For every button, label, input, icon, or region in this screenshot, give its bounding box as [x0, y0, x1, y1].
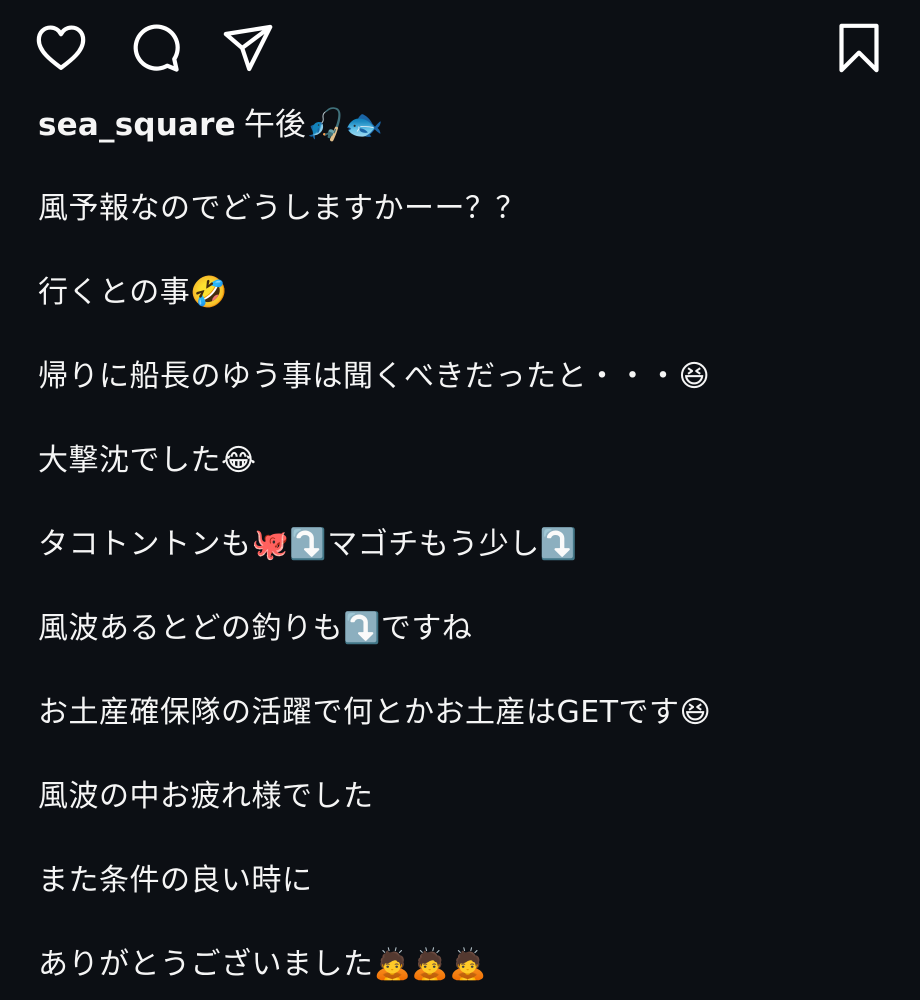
caption-line: 大撃沈でした😂 [38, 443, 257, 478]
post-time: 午後🎣🐟 [243, 107, 384, 143]
caption-line: ありがとうございました🙇🙇🙇 [38, 947, 488, 982]
caption-line: 行くとの事🤣 [38, 275, 229, 310]
caption-line: 風波あるとどの釣りも⤵️ですね [38, 611, 473, 646]
bookmark-icon [839, 23, 879, 73]
comment-button[interactable] [125, 18, 185, 78]
caption-line: 帰りに船長のゆう事は聞くべきだったと・・・😆 [38, 359, 711, 394]
post-caption: sea_square 午後🎣🐟 風予報なのでどうしますかーー？？ 行くとの事🤣 帰… [38, 100, 898, 990]
heart-icon [36, 25, 86, 70]
like-button[interactable] [31, 18, 91, 78]
share-button[interactable] [218, 18, 278, 78]
caption-line: 風波の中お疲れ様でした [38, 779, 374, 814]
save-button[interactable] [829, 18, 889, 78]
caption-line: お土産確保隊の活躍で何とかお土産はGETです😆 [38, 695, 712, 730]
username-link[interactable]: sea_square [38, 107, 236, 143]
post-action-bar [0, 0, 920, 100]
caption-line: また条件の良い時に [38, 863, 313, 898]
caption-line: タコトントンも🐙⤵️マゴチもう少し⤵️ [38, 527, 578, 562]
caption-header: sea_square 午後🎣🐟 [38, 100, 898, 150]
comment-bubble-icon [133, 24, 180, 72]
caption-line: 風予報なのでどうしますかーー？？ [38, 191, 526, 226]
paper-plane-icon [223, 24, 273, 72]
